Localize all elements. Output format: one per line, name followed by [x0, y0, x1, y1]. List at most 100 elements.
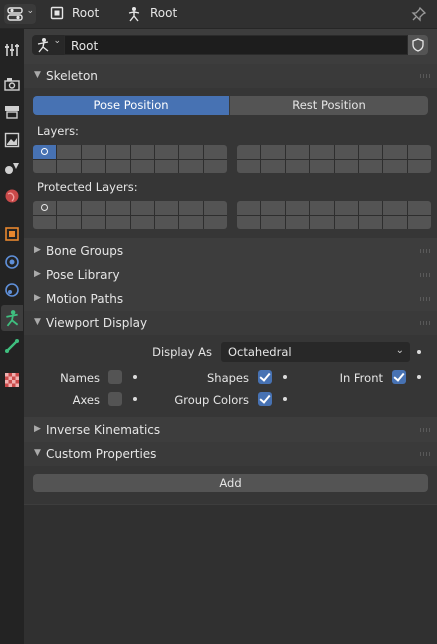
- tab-armature-data[interactable]: [1, 305, 23, 331]
- protected-layer-toggle[interactable]: [57, 201, 81, 215]
- protected-layer-toggle[interactable]: [310, 201, 334, 215]
- layer-toggle[interactable]: [203, 159, 228, 173]
- protected-layer-toggle[interactable]: [383, 201, 407, 215]
- skeleton-panel-header[interactable]: ▼ Skeleton: [24, 64, 437, 88]
- protected-layer-toggle[interactable]: [179, 201, 203, 215]
- breadcrumb-object[interactable]: Root: [72, 6, 99, 20]
- tab-bone[interactable]: [1, 333, 23, 359]
- layer-toggle[interactable]: [33, 159, 57, 173]
- viewport-display-panel-header[interactable]: ▼ Viewport Display: [24, 311, 437, 335]
- drag-grip-icon[interactable]: [419, 74, 431, 78]
- drag-grip-icon[interactable]: [419, 249, 431, 253]
- drag-grip-icon[interactable]: [419, 321, 431, 325]
- layer-toggle[interactable]: [57, 159, 81, 173]
- layer-toggle[interactable]: [154, 159, 179, 173]
- motion-paths-panel-header[interactable]: ▶ Motion Paths: [24, 287, 437, 311]
- tab-tool[interactable]: [1, 37, 23, 63]
- keyframe-dot-icon[interactable]: [417, 375, 421, 379]
- breadcrumb-armature[interactable]: Root: [150, 6, 177, 20]
- layer-toggle[interactable]: [285, 145, 310, 159]
- keyframe-dot-icon[interactable]: [283, 375, 287, 379]
- group-colors-checkbox[interactable]: [258, 392, 272, 406]
- protected-layer-toggle[interactable]: [285, 215, 310, 229]
- layer-toggle[interactable]: [106, 145, 130, 159]
- drag-grip-icon[interactable]: [419, 273, 431, 277]
- layer-toggle[interactable]: [407, 145, 432, 159]
- layer-toggle[interactable]: [203, 145, 228, 159]
- pin-icon[interactable]: [411, 6, 427, 22]
- keyframe-dot-icon[interactable]: [133, 375, 137, 379]
- data-browse-button[interactable]: ⌄: [32, 35, 64, 55]
- tab-render[interactable]: [1, 71, 23, 97]
- protected-layer-toggle[interactable]: [261, 215, 285, 229]
- keyframe-dot-icon[interactable]: [283, 397, 287, 401]
- layer-toggle[interactable]: [358, 159, 383, 173]
- protected-layer-toggle[interactable]: [203, 201, 228, 215]
- protected-layer-toggle[interactable]: [154, 201, 179, 215]
- layer-toggle[interactable]: [154, 145, 179, 159]
- protected-layer-toggle[interactable]: [358, 215, 383, 229]
- layer-toggle[interactable]: [334, 159, 358, 173]
- protected-layer-toggle[interactable]: [106, 201, 130, 215]
- in-front-checkbox[interactable]: [392, 370, 406, 384]
- layer-toggle[interactable]: [130, 159, 154, 173]
- protected-layer-toggle[interactable]: [81, 215, 106, 229]
- protected-layer-toggle[interactable]: [237, 215, 261, 229]
- data-name-field[interactable]: Root: [64, 35, 408, 55]
- layer-toggle[interactable]: [261, 159, 285, 173]
- layer-toggle[interactable]: [237, 159, 261, 173]
- protected-layer-toggle[interactable]: [130, 201, 154, 215]
- protected-layer-toggle[interactable]: [130, 215, 154, 229]
- layer-toggle[interactable]: [310, 145, 334, 159]
- protected-layer-toggle[interactable]: [33, 215, 57, 229]
- layer-toggle[interactable]: [310, 159, 334, 173]
- pose-position-button[interactable]: Pose Position: [33, 96, 229, 115]
- layer-toggle[interactable]: [179, 159, 203, 173]
- layer-toggle[interactable]: [179, 145, 203, 159]
- tab-physics[interactable]: [1, 277, 23, 303]
- protected-layer-toggle[interactable]: [285, 201, 310, 215]
- layer-toggle[interactable]: [106, 159, 130, 173]
- layer-toggle[interactable]: [81, 145, 106, 159]
- layer-toggle[interactable]: [407, 159, 432, 173]
- layer-toggle[interactable]: [130, 145, 154, 159]
- bone-groups-panel-header[interactable]: ▶ Bone Groups: [24, 239, 437, 263]
- protected-layer-toggle[interactable]: [383, 215, 407, 229]
- protected-layer-toggle[interactable]: [261, 201, 285, 215]
- layer-toggle[interactable]: [57, 145, 81, 159]
- layer-toggle[interactable]: [383, 145, 407, 159]
- protected-layer-toggle[interactable]: [334, 201, 358, 215]
- keyframe-dot-icon[interactable]: [133, 397, 137, 401]
- axes-checkbox[interactable]: [108, 392, 122, 406]
- inverse-kinematics-panel-header[interactable]: ▶ Inverse Kinematics: [24, 418, 437, 442]
- pose-library-panel-header[interactable]: ▶ Pose Library: [24, 263, 437, 287]
- layer-toggle[interactable]: [285, 159, 310, 173]
- protected-layer-toggle[interactable]: [81, 201, 106, 215]
- tab-view-layer[interactable]: [1, 127, 23, 153]
- layer-toggle[interactable]: [237, 145, 261, 159]
- editor-type-button[interactable]: ⌄: [4, 4, 36, 24]
- layer-toggle[interactable]: [261, 145, 285, 159]
- layer-toggle[interactable]: [81, 159, 106, 173]
- keyframe-dot-icon[interactable]: [417, 350, 421, 354]
- layer-toggle[interactable]: [358, 145, 383, 159]
- tab-modifiers[interactable]: [1, 249, 23, 275]
- custom-properties-panel-header[interactable]: ▼ Custom Properties: [24, 442, 437, 466]
- tab-world[interactable]: [1, 183, 23, 209]
- names-checkbox[interactable]: [108, 370, 122, 384]
- fake-user-button[interactable]: [408, 35, 428, 55]
- protected-layer-toggle[interactable]: [407, 201, 432, 215]
- protected-layer-toggle[interactable]: [334, 215, 358, 229]
- drag-grip-icon[interactable]: [419, 297, 431, 301]
- layer-toggle[interactable]: [33, 145, 57, 159]
- protected-layer-toggle[interactable]: [358, 201, 383, 215]
- display-as-select[interactable]: Octahedral ⌄: [221, 342, 410, 362]
- layer-toggle[interactable]: [383, 159, 407, 173]
- protected-layer-toggle[interactable]: [106, 215, 130, 229]
- drag-grip-icon[interactable]: [419, 452, 431, 456]
- layer-toggle[interactable]: [334, 145, 358, 159]
- tab-texture[interactable]: [1, 367, 23, 393]
- tab-scene[interactable]: [1, 155, 23, 181]
- tab-output[interactable]: [1, 99, 23, 125]
- protected-layer-toggle[interactable]: [154, 215, 179, 229]
